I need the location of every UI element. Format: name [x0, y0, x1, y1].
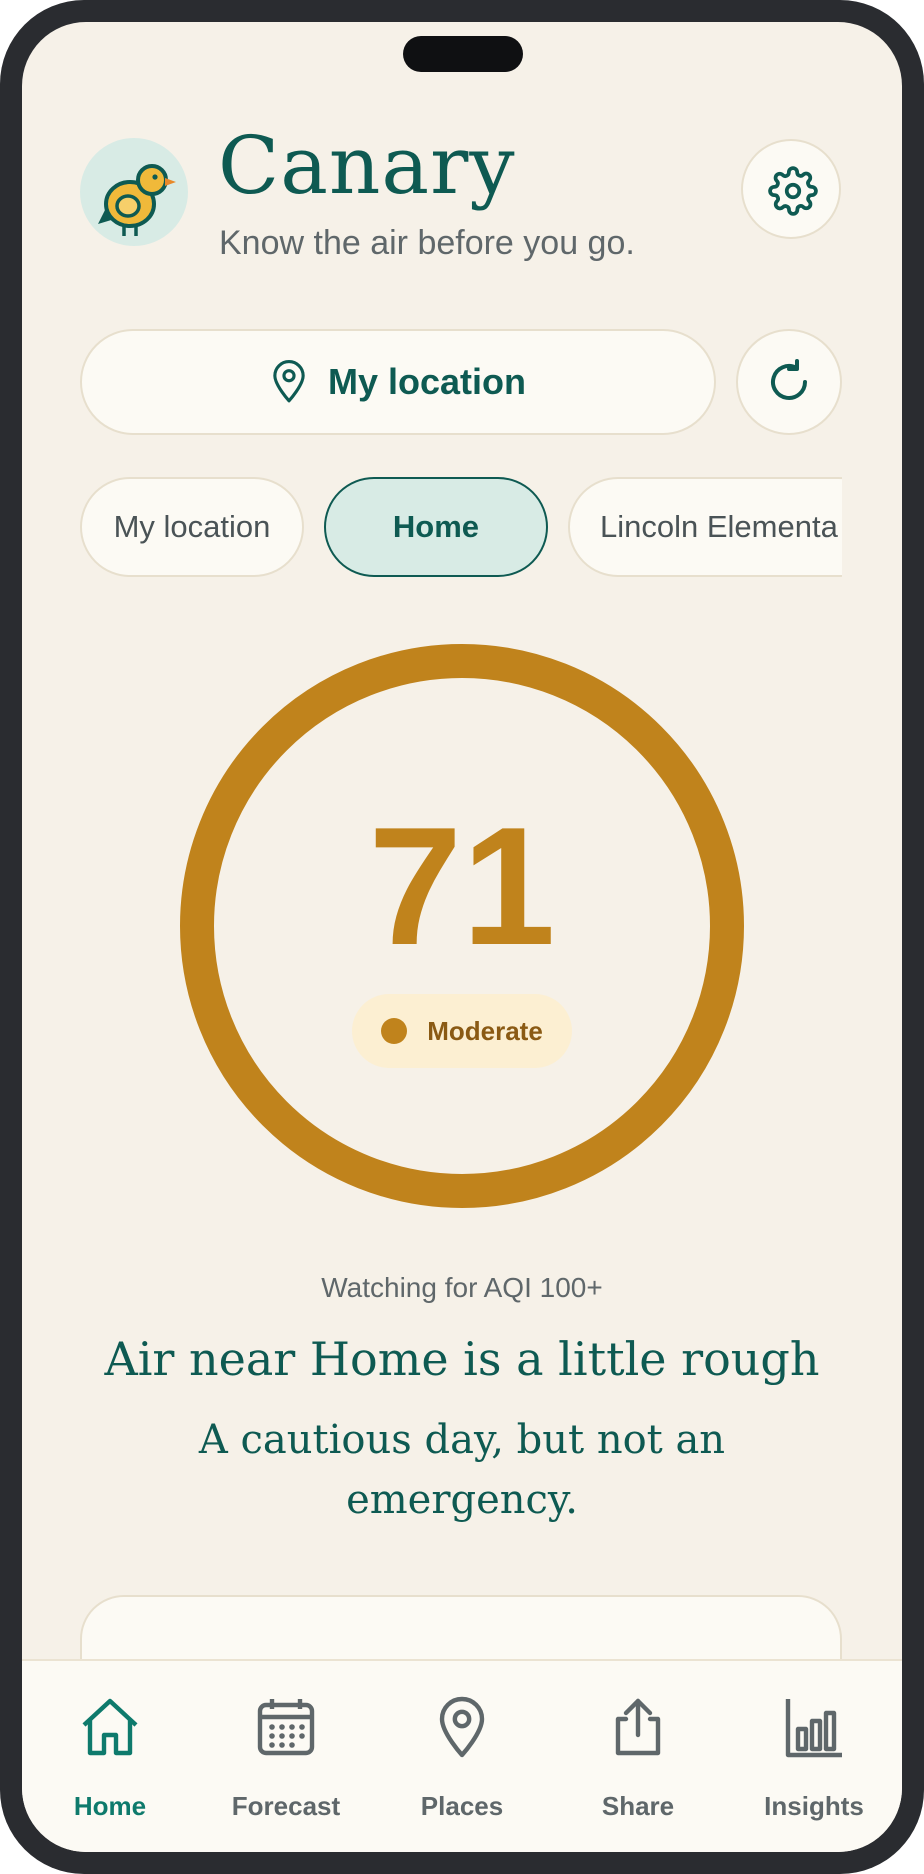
bottom-nav: Home Forecast Places Share Insights — [22, 1659, 902, 1852]
my-location-button[interactable]: My location — [80, 329, 716, 435]
status-dot-icon — [381, 1018, 408, 1044]
canary-bird-icon — [98, 164, 176, 236]
place-chips: My location Home Lincoln Elementa — [80, 475, 842, 579]
nav-label: Places — [420, 1791, 504, 1821]
nav-home[interactable]: Home — [22, 1661, 198, 1852]
chip-lincoln-elementary[interactable]: Lincoln Elementa — [568, 477, 842, 577]
aqi-category-label: Moderate — [427, 1015, 543, 1046]
nav-label: Home — [73, 1791, 147, 1821]
canary-logo — [80, 138, 188, 246]
bar-chart-icon — [785, 1699, 842, 1758]
aqi-category-badge: Moderate — [352, 994, 572, 1068]
chip-my-location[interactable]: My location — [80, 477, 304, 577]
nav-label: Forecast — [231, 1791, 341, 1821]
nav-share[interactable]: Share — [550, 1661, 726, 1852]
chip-home[interactable]: Home — [324, 477, 548, 577]
nav-label: Share — [601, 1791, 675, 1821]
home-icon — [82, 1698, 138, 1756]
nav-label: Insights — [764, 1791, 864, 1821]
air-subhead: A cautious day, but not an emergency. — [198, 1417, 726, 1523]
aqi-value: 71 — [368, 792, 556, 980]
air-headline: Air near Home is a little rough — [104, 1332, 820, 1386]
gear-icon — [768, 166, 818, 216]
refresh-icon — [771, 359, 807, 400]
phone-frame: Canary Know the air before you go. My lo… — [0, 0, 924, 1874]
app-screen: Canary Know the air before you go. My lo… — [22, 22, 902, 1852]
alert-threshold-text: Watching for AQI 100+ — [321, 1272, 603, 1303]
settings-button[interactable] — [741, 139, 841, 239]
map-pin-icon — [439, 1696, 485, 1758]
app-tagline: Know the air before you go. — [219, 224, 635, 262]
nav-insights[interactable]: Insights — [726, 1661, 902, 1852]
refresh-button[interactable] — [736, 329, 842, 435]
nav-places[interactable]: Places — [374, 1661, 550, 1852]
chip-label: Lincoln Elementa — [600, 509, 838, 544]
share-icon — [615, 1698, 661, 1756]
my-location-label: My location — [327, 361, 527, 402]
calendar-icon — [257, 1699, 315, 1756]
nav-forecast[interactable]: Forecast — [198, 1661, 374, 1852]
camera-notch — [403, 36, 523, 72]
chip-label: My location — [113, 509, 271, 544]
map-pin-icon — [273, 360, 305, 403]
chip-label: Home — [392, 509, 480, 544]
app-title: Canary — [218, 119, 516, 212]
